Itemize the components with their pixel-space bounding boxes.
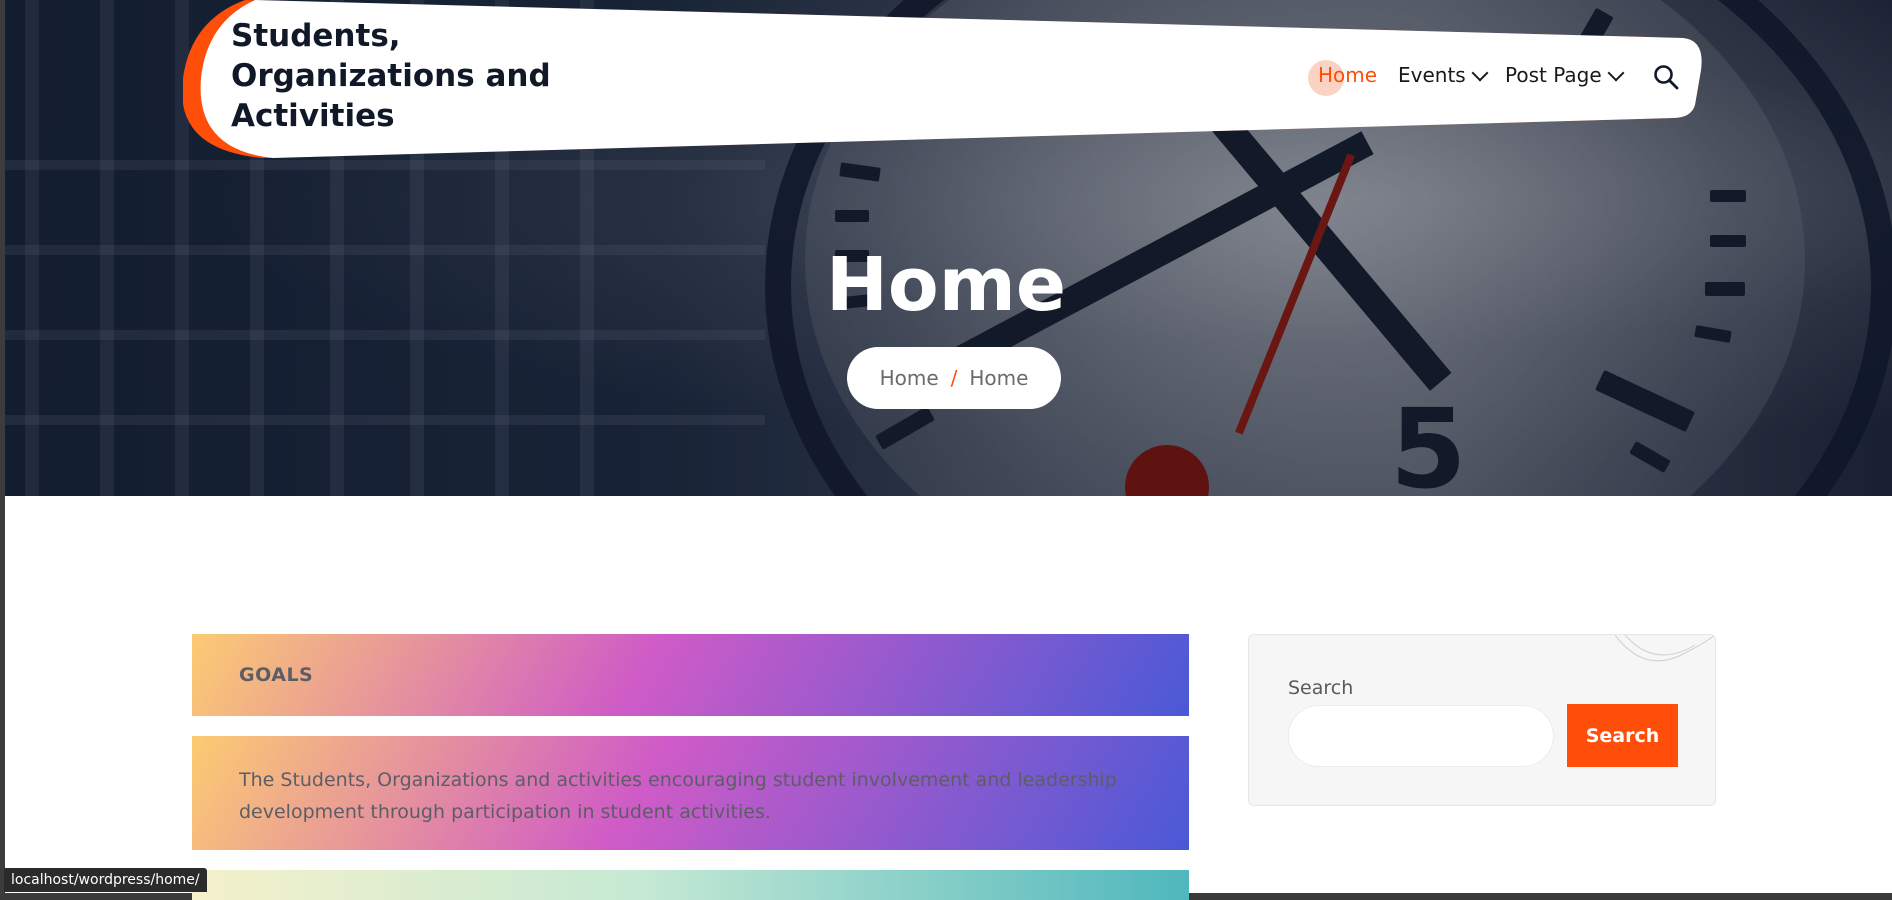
browser-status-url: localhost/wordpress/home/ [4,868,207,892]
goals-description: The Students, Organizations and activiti… [239,769,1117,823]
nav-item-label: Events [1398,63,1466,87]
search-icon[interactable] [1653,64,1679,90]
nav-item-post-page[interactable]: Post Page [1505,63,1625,87]
nav-item-label: Home [1318,63,1378,87]
site-title[interactable]: Students, Organizations and Activities [231,16,551,136]
search-input[interactable] [1288,705,1554,767]
page-title: Home [825,242,1067,328]
breadcrumb: Home / Home [847,347,1061,409]
breadcrumb-separator: / [950,366,958,390]
chevron-down-icon [1607,64,1625,81]
next-section-card [192,870,1189,900]
goals-card: GOALS [192,634,1189,716]
search-widget: Search Search [1248,634,1716,806]
nav-item-label: Post Page [1505,63,1602,87]
nav-item-events[interactable]: Events [1398,63,1489,87]
search-button[interactable]: Search [1567,704,1678,767]
nav-item-home[interactable]: Home [1318,63,1377,87]
breadcrumb-current: Home [969,366,1029,390]
goals-heading: GOALS [239,664,314,686]
breadcrumb-home-link[interactable]: Home [880,366,939,390]
decorative-curve-icon [1615,635,1715,662]
search-label: Search [1288,677,1354,699]
goals-description-card: The Students, Organizations and activiti… [192,736,1189,850]
chevron-down-icon [1471,64,1489,81]
